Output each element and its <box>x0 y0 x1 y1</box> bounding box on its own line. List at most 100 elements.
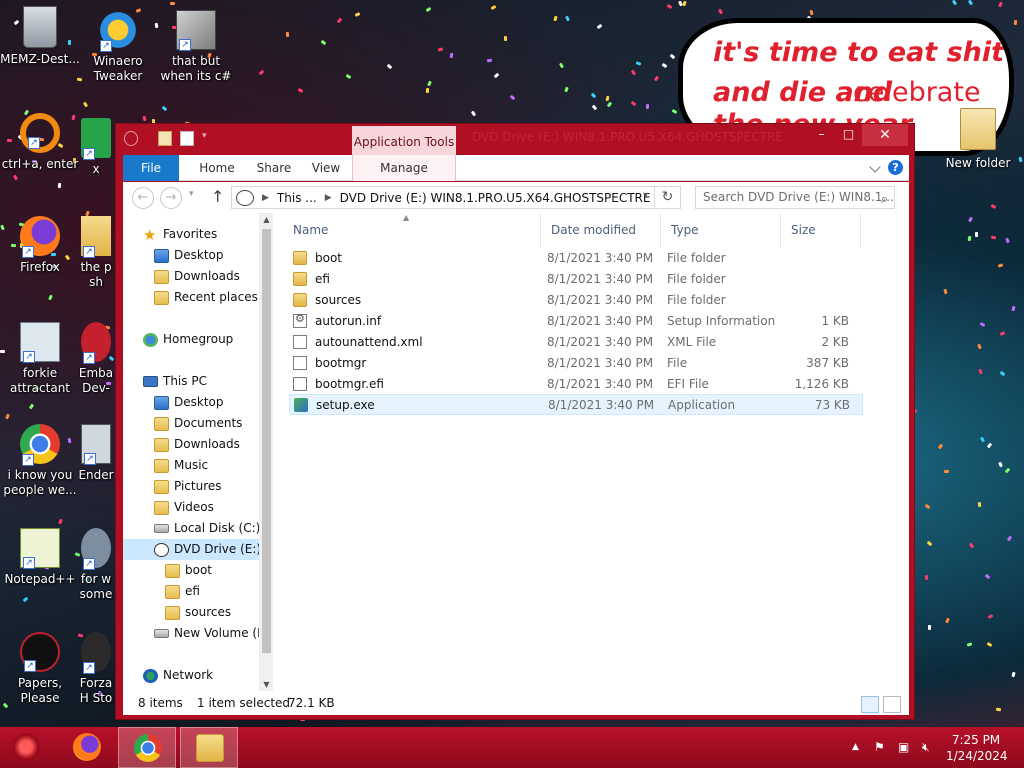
file-name-cell: autorun.inf <box>289 312 547 328</box>
nav-desktop[interactable]: Desktop <box>154 392 224 413</box>
nav-videos[interactable]: Videos <box>154 497 214 518</box>
desktop-icon-forkie[interactable]: ↗ forkie attractant <box>0 322 80 396</box>
start-button[interactable] <box>0 727 58 768</box>
file-row[interactable]: setup.exe 8/1/2021 3:40 PM Application 73 K… <box>289 394 863 415</box>
tab-file[interactable]: File <box>123 155 179 181</box>
nav-pictures[interactable]: Pictures <box>154 476 222 497</box>
scroll-down-icon[interactable]: ▼ <box>259 680 273 689</box>
address-bar[interactable]: ▶ This ... ▶ DVD Drive (E:) WIN8.1.PRO.U… <box>231 186 655 209</box>
title-bar[interactable]: ▾ Application Tools DVD Drive (E:) WIN8.… <box>116 124 914 155</box>
desktop-icon-ender[interactable]: ↗ Ender <box>78 424 114 483</box>
minimize-button[interactable]: – <box>808 124 835 146</box>
tab-view[interactable]: View <box>301 155 351 181</box>
desktop-icon-hx[interactable]: ↗ x <box>78 118 114 177</box>
navigation-pane[interactable]: ★ Favorites Desktop Downloads Recent plac… <box>123 213 273 691</box>
close-button[interactable]: ✕ <box>862 124 908 146</box>
properties-icon[interactable] <box>158 131 172 146</box>
large-icons-view-icon[interactable] <box>883 696 901 713</box>
desktop-icon-winaero[interactable]: ↗ Winaero Tweaker <box>78 10 158 84</box>
desktop-icon-for-w[interactable]: ↗ for w some <box>78 528 114 602</box>
new-folder-quick-icon[interactable] <box>180 131 194 146</box>
file-row[interactable]: autorun.inf 8/1/2021 3:40 PM Setup Informa… <box>289 310 863 331</box>
nav-dvd-drive[interactable]: DVD Drive (E:) WI <box>123 539 273 560</box>
item-count: 8 items <box>138 696 183 710</box>
details-view-icon[interactable] <box>861 696 879 713</box>
chevron-down-icon[interactable]: ▾ <box>643 190 648 201</box>
confetti-piece <box>5 413 10 420</box>
taskbar-firefox[interactable] <box>58 727 116 768</box>
up-button[interactable]: ↑ <box>211 187 224 206</box>
nav-dvd-sources[interactable]: sources <box>165 602 231 623</box>
chevron-down-icon[interactable]: ▾ <box>202 131 216 146</box>
nav-desktop-fav[interactable]: Desktop <box>154 245 224 266</box>
column-header-date[interactable]: Date modified <box>541 213 661 247</box>
taskbar-clock[interactable]: 7:25 PM 1/24/2024 <box>946 732 1008 764</box>
tab-application-tools[interactable]: Application Tools <box>352 126 456 155</box>
nav-this-pc[interactable]: This PC <box>143 371 207 392</box>
refresh-button[interactable]: ↻ <box>655 186 681 209</box>
nav-network[interactable]: Network <box>143 665 213 686</box>
search-icon[interactable]: ⌕ <box>881 189 888 208</box>
desktop-icon-memz[interactable]: MEMZ-Dest... <box>0 6 80 67</box>
nav-documents[interactable]: Documents <box>154 413 242 434</box>
nav-scrollbar[interactable]: ▲ ▼ <box>259 213 273 691</box>
desktop-icon-forza[interactable]: ↗ Forza H Sto <box>78 632 114 706</box>
desktop-icon-embarcadero[interactable]: ↗ Emba Dev- <box>78 322 114 396</box>
tab-share[interactable]: Share <box>247 155 301 181</box>
help-icon[interactable]: ? <box>888 160 903 175</box>
nav-downloads[interactable]: Downloads <box>154 434 240 455</box>
nav-local-disk[interactable]: Local Disk (C:) <box>154 518 260 539</box>
confetti-piece <box>995 707 1002 712</box>
maximize-button[interactable]: □ <box>835 124 862 146</box>
file-row[interactable]: boot 8/1/2021 3:40 PM File folder <box>289 247 863 268</box>
file-list[interactable]: ▲ Name Date modified Type Size boot 8/1/20… <box>283 213 903 691</box>
desktop-icon-notepadpp[interactable]: ↗ Notepad++ <box>0 528 80 587</box>
desktop-icon-the-p[interactable]: ↗ the p sh <box>78 216 114 290</box>
nav-new-volume[interactable]: New Volume (F:) <box>154 623 272 644</box>
taskbar-chrome[interactable] <box>118 727 176 768</box>
search-input[interactable]: Search DVD Drive (E:) WIN8.1.... ⌕ <box>695 186 895 209</box>
nav-downloads-fav[interactable]: Downloads <box>154 266 240 287</box>
nav-dvd-efi[interactable]: efi <box>165 581 200 602</box>
column-header-name[interactable]: ▲ Name <box>283 213 541 247</box>
network-tray-icon[interactable]: ▣ <box>898 740 909 754</box>
desktop-icon-c-sharp[interactable]: ↗ that but when its c# <box>156 10 236 84</box>
taskbar-file-explorer[interactable] <box>180 727 238 768</box>
scrollbar-thumb[interactable] <box>262 229 271 653</box>
setup-exe-icon <box>294 397 308 412</box>
confetti-piece <box>990 235 997 240</box>
breadcrumb-dvd-drive[interactable]: DVD Drive (E:) WIN8.1.PRO.U5.X64.GHOSTSP… <box>340 191 651 205</box>
desktop-icon-papers-please[interactable]: ↗ Papers, Please <box>0 632 80 706</box>
column-header-size[interactable]: Size <box>781 213 861 247</box>
recent-locations-icon[interactable]: ▾ <box>189 189 194 199</box>
nav-music[interactable]: Music <box>154 455 208 476</box>
breadcrumb-this-pc[interactable]: This ... <box>277 191 317 205</box>
nav-dvd-boot[interactable]: boot <box>165 560 212 581</box>
chevron-right-icon[interactable]: ▶ <box>325 193 332 203</box>
file-row[interactable]: autounattend.xml 8/1/2021 3:40 PM XML File… <box>289 331 863 352</box>
nav-homegroup[interactable]: Homegroup <box>143 329 233 350</box>
show-hidden-icons-icon[interactable]: ▲ <box>852 742 859 752</box>
volume-muted-icon[interactable]: 🔇︎ <box>922 740 930 755</box>
file-row[interactable]: bootmgr.efi 8/1/2021 3:40 PM EFI File 1,126… <box>289 373 863 394</box>
column-header-type[interactable]: Type <box>661 213 781 247</box>
desktop-icon-new-folder[interactable]: New folder <box>944 108 1012 170</box>
back-button[interactable]: ← <box>132 187 154 209</box>
file-row[interactable]: bootmgr 8/1/2021 3:40 PM File 387 KB <box>289 352 863 373</box>
explorer-window[interactable]: ▾ Application Tools DVD Drive (E:) WIN8.… <box>115 123 915 720</box>
desktop-icon-ctrl-a[interactable]: ↗ ctrl+a, enter <box>0 113 80 172</box>
tab-manage[interactable]: Manage <box>352 155 456 181</box>
nav-recent-places[interactable]: Recent places <box>154 287 258 308</box>
tab-home[interactable]: Home <box>187 155 247 181</box>
chevron-right-icon[interactable]: ▶ <box>262 193 269 203</box>
expand-ribbon-icon[interactable] <box>869 161 881 173</box>
desktop-icon-label: Forza H Sto <box>79 676 113 705</box>
desktop-icon-chrome-shortcut[interactable]: ↗ i know you people we... <box>0 424 80 498</box>
nav-favorites[interactable]: ★ Favorites <box>143 224 217 245</box>
desktop-icon-firefox[interactable]: ↗ Firefox <box>0 216 80 275</box>
scroll-up-icon[interactable]: ▲ <box>259 215 273 224</box>
file-row[interactable]: efi 8/1/2021 3:40 PM File folder <box>289 268 863 289</box>
action-center-flag-icon[interactable]: ⚑ <box>874 740 885 754</box>
file-row[interactable]: sources 8/1/2021 3:40 PM File folder <box>289 289 863 310</box>
forward-button[interactable]: → <box>160 187 182 209</box>
